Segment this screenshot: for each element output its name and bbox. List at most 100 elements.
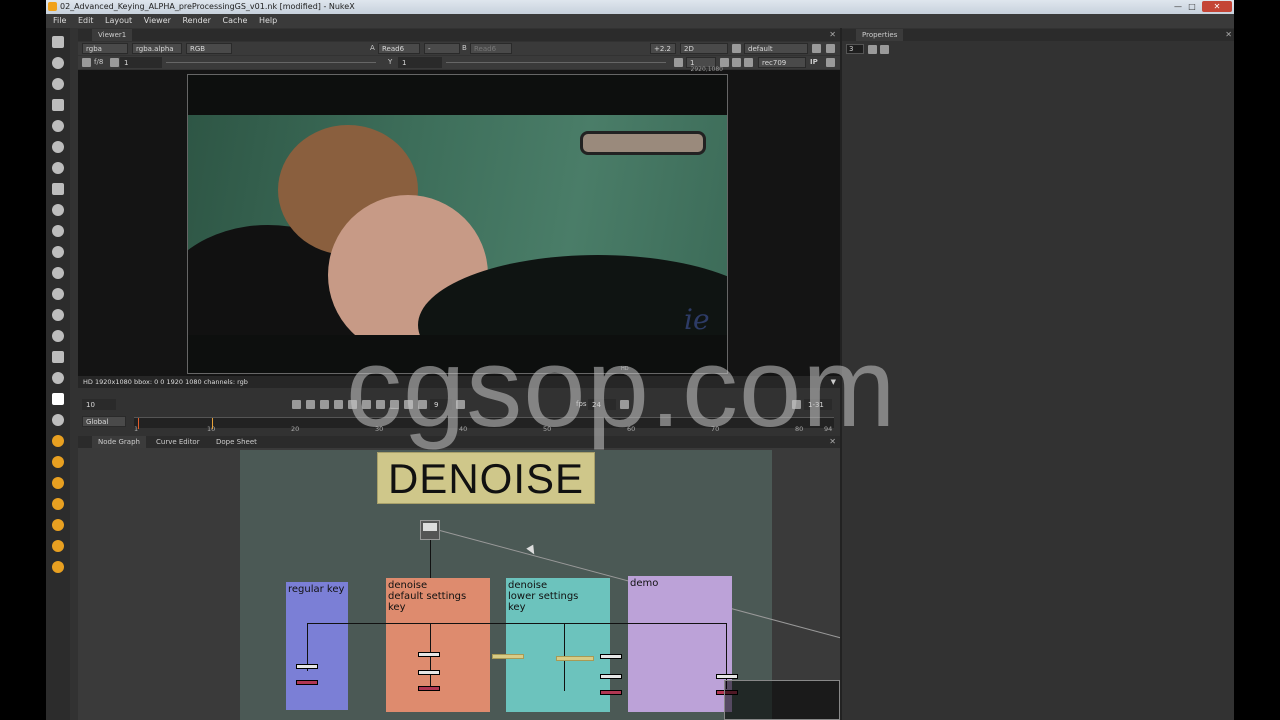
input-a-label: A — [370, 44, 375, 52]
prev-keyframe-icon[interactable] — [306, 400, 315, 409]
plugin-2-icon[interactable] — [52, 456, 64, 468]
gain-dropdown[interactable]: +2.2 — [650, 43, 676, 54]
plugin-3-icon[interactable] — [52, 477, 64, 489]
menu-render[interactable]: Render — [182, 16, 210, 25]
colorspace-dropdown[interactable]: rec709 — [758, 57, 806, 68]
gain-slider[interactable] — [166, 62, 376, 63]
fstop-value[interactable]: f/8 — [94, 57, 103, 68]
first-frame-icon[interactable] — [292, 400, 301, 409]
channels-dropdown[interactable]: rgba — [82, 43, 128, 54]
tab-node-graph[interactable]: Node Graph — [92, 436, 146, 448]
read-node[interactable] — [420, 520, 440, 540]
denoise-node[interactable] — [418, 652, 440, 657]
tick-label: 20 — [291, 425, 300, 433]
proxy-icon[interactable] — [674, 58, 683, 67]
clear-panels-icon[interactable] — [880, 45, 889, 54]
menu-help[interactable]: Help — [259, 16, 277, 25]
node-graph-canvas[interactable]: DENOISE regular key denoise default sett… — [78, 448, 840, 720]
close-button[interactable]: ✕ — [1202, 1, 1232, 12]
input-a-dropdown[interactable]: Read6 — [378, 43, 420, 54]
plugin-5-icon[interactable] — [52, 519, 64, 531]
close-properties-icon[interactable]: ✕ — [1225, 29, 1232, 41]
gizmo-toolset-icon[interactable] — [52, 393, 64, 405]
keyer-node[interactable] — [418, 670, 440, 675]
ofx-toolset-icon[interactable] — [52, 372, 64, 384]
menu-layout[interactable]: Layout — [105, 16, 132, 25]
filter-toolset-icon[interactable] — [52, 141, 64, 153]
tab-curve-editor[interactable]: Curve Editor — [150, 436, 206, 448]
view-mode-dropdown[interactable]: 2D — [680, 43, 728, 54]
wipe-icon[interactable] — [812, 44, 821, 53]
clip-warning-icon[interactable] — [826, 58, 835, 67]
plugin-4-icon[interactable] — [52, 498, 64, 510]
backdrop-denoise-lower[interactable]: denoise lower settings key — [506, 578, 610, 712]
pause-icon[interactable] — [744, 58, 753, 67]
input-b-dropdown[interactable]: Read6 — [470, 43, 512, 54]
channel-toolset-icon[interactable] — [52, 99, 64, 111]
menu-file[interactable]: File — [53, 16, 66, 25]
menu-cache[interactable]: Cache — [223, 16, 248, 25]
input-op-dropdown[interactable]: - — [424, 43, 460, 54]
output-node[interactable] — [600, 690, 622, 695]
metadata-toolset-icon[interactable] — [52, 309, 64, 321]
fstop-left-icon[interactable] — [82, 58, 91, 67]
refresh-icon[interactable] — [732, 58, 741, 67]
keyer-node[interactable] — [296, 664, 318, 669]
plugin-7-icon[interactable] — [52, 561, 64, 573]
current-frame-field[interactable]: 10 — [82, 399, 116, 410]
output-node[interactable] — [418, 686, 440, 691]
sticky-note-node[interactable] — [492, 654, 524, 659]
backdrop-denoise-default[interactable]: denoise default settings key — [386, 578, 490, 712]
backdrop-regular-key[interactable]: regular key — [286, 582, 348, 710]
gain-field[interactable]: 1 — [120, 57, 162, 68]
time-toolset-icon[interactable] — [52, 78, 64, 90]
minimize-button[interactable]: — — [1172, 1, 1184, 12]
other-toolset-icon[interactable] — [52, 330, 64, 342]
lock-panels-icon[interactable] — [868, 45, 877, 54]
particles-toolset-icon[interactable] — [52, 246, 64, 258]
merge-toolset-icon[interactable] — [52, 183, 64, 195]
tab-properties[interactable]: Properties — [856, 29, 904, 41]
cara-toolset-icon[interactable] — [52, 414, 64, 426]
gamma-field[interactable]: 1 — [398, 57, 442, 68]
keyer-node[interactable] — [716, 674, 738, 679]
menu-edit[interactable]: Edit — [78, 16, 94, 25]
play-backward-icon[interactable] — [334, 400, 343, 409]
plugin-1-icon[interactable] — [52, 435, 64, 447]
gamma-slider[interactable] — [446, 62, 666, 63]
compare-icon[interactable] — [826, 44, 835, 53]
transform-toolset-icon[interactable] — [52, 204, 64, 216]
plugin-6-icon[interactable] — [52, 540, 64, 552]
display-dropdown[interactable]: RGB — [186, 43, 232, 54]
views-toolset-icon[interactable] — [52, 288, 64, 300]
color-toolset-icon[interactable] — [52, 120, 64, 132]
in-point-marker[interactable] — [138, 418, 139, 429]
output-node[interactable] — [296, 680, 318, 685]
menu-viewer[interactable]: Viewer — [144, 16, 171, 25]
denoise-node[interactable] — [600, 654, 622, 659]
fstop-right-icon[interactable] — [110, 58, 119, 67]
deep-toolset-icon[interactable] — [52, 267, 64, 279]
tab-viewer1[interactable]: Viewer1 — [92, 29, 133, 41]
tab-dope-sheet[interactable]: Dope Sheet — [210, 436, 263, 448]
keyer-toolset-icon[interactable] — [52, 162, 64, 174]
image-toolset-icon[interactable] — [52, 36, 64, 48]
3d-toolset-icon[interactable] — [52, 225, 64, 237]
ip-button[interactable]: IP — [810, 57, 818, 68]
alpha-dropdown[interactable]: rgba.alpha — [132, 43, 182, 54]
close-viewer-icon[interactable]: ✕ — [829, 29, 836, 41]
lut-dropdown[interactable]: default — [744, 43, 808, 54]
max-panels-field[interactable]: 3 — [846, 44, 864, 54]
furnace-toolset-icon[interactable] — [52, 351, 64, 363]
sticky-note-node[interactable] — [556, 656, 594, 661]
prev-frame-icon[interactable] — [320, 400, 329, 409]
menu-bar: File Edit Layout Viewer Render Cache Hel… — [46, 14, 1234, 28]
node-graph-minimap[interactable] — [724, 680, 840, 720]
properties-tab-bar: Properties ✕ — [842, 29, 1234, 41]
timeline-scope-dropdown[interactable]: Global — [82, 416, 126, 427]
maximize-button[interactable]: □ — [1186, 1, 1198, 12]
denoise-sticky-note[interactable]: DENOISE — [377, 452, 595, 504]
playhead-marker[interactable] — [212, 418, 213, 429]
draw-toolset-icon[interactable] — [52, 57, 64, 69]
keyer-node[interactable] — [600, 674, 622, 679]
